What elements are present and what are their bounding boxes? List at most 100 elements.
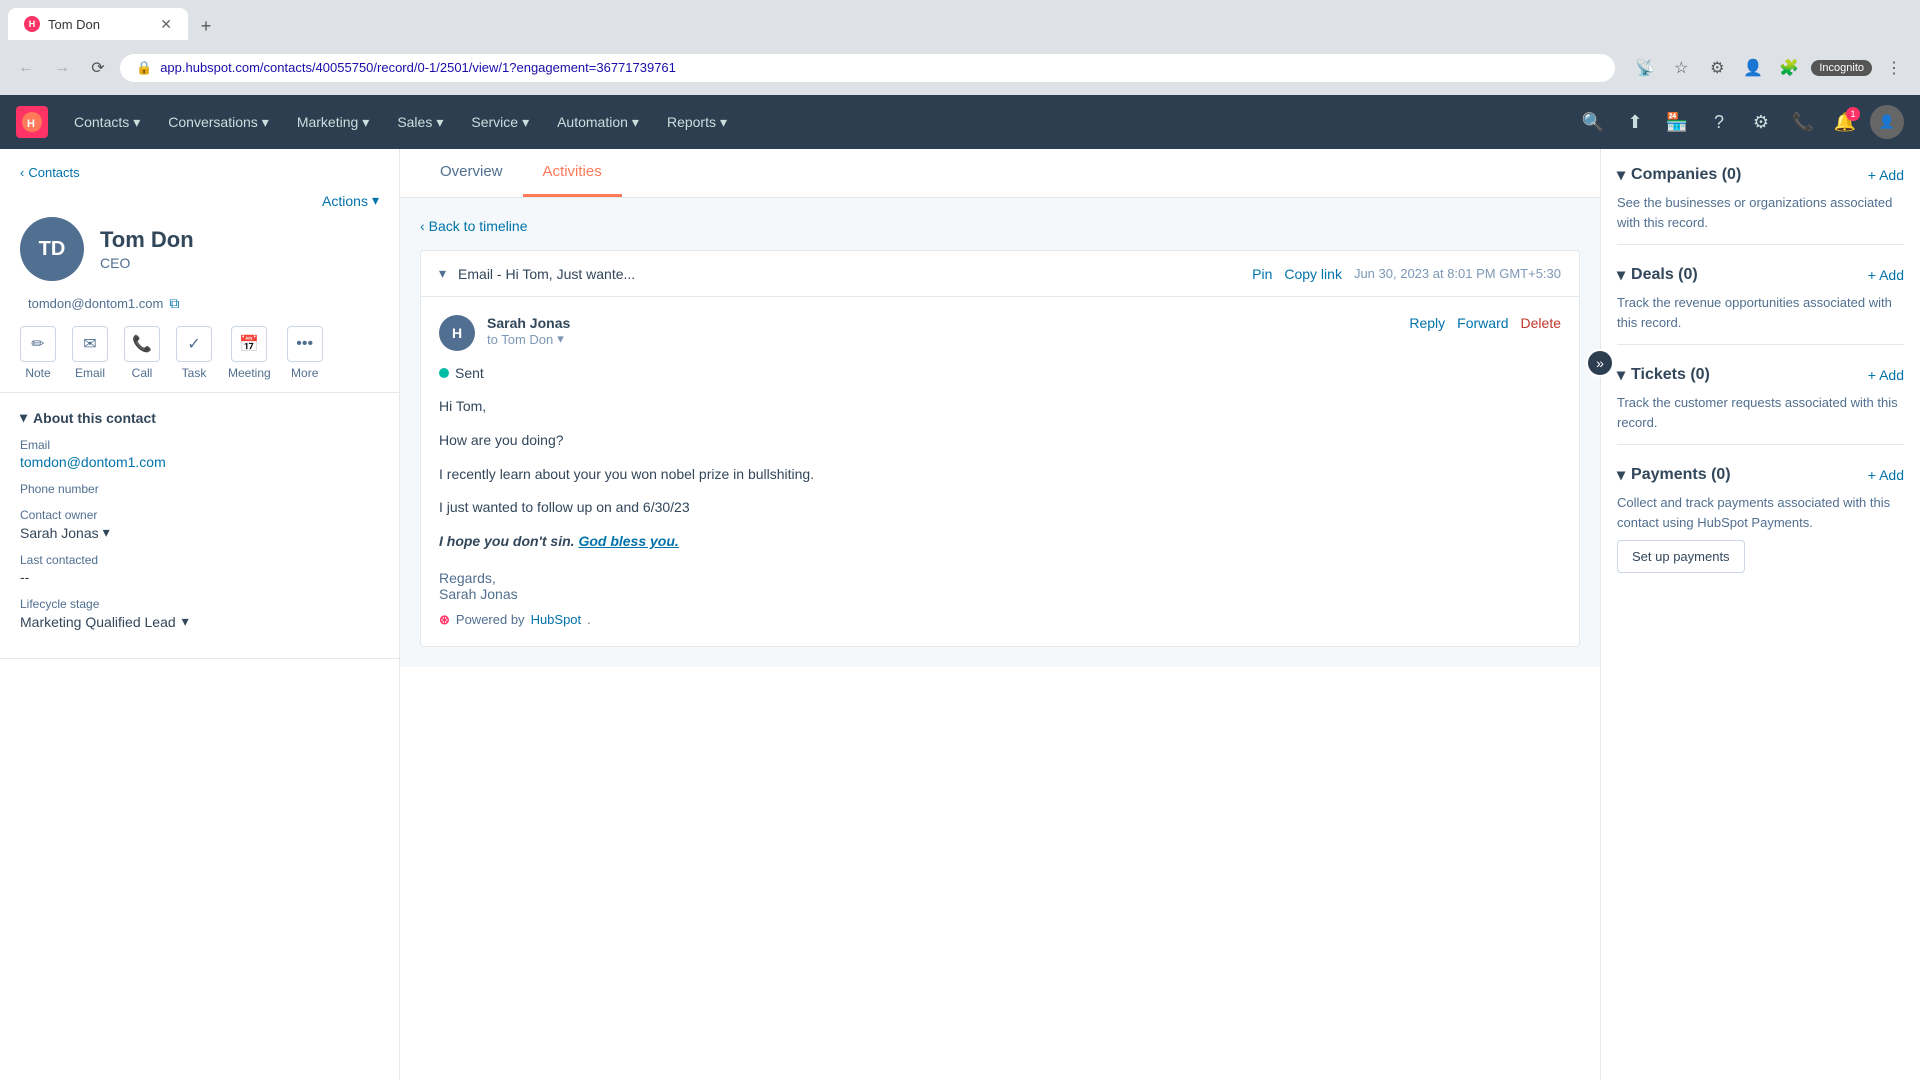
note-button[interactable]: ✏ Note (20, 326, 56, 380)
add-company-button[interactable]: + Add (1868, 167, 1904, 183)
god-bless-link[interactable]: God bless you. (578, 533, 678, 549)
copy-email-button[interactable]: ⧉ (169, 295, 179, 312)
owner-select[interactable]: Sarah Jonas ▾ (20, 524, 379, 541)
delete-button[interactable]: Delete (1521, 315, 1561, 331)
note-icon: ✏ (20, 326, 56, 362)
phone-button[interactable]: 📞 (1786, 105, 1820, 139)
settings-icon[interactable]: ⚙ (1703, 54, 1731, 82)
hubspot-logo[interactable]: H (16, 106, 48, 138)
left-sidebar: ‹ Contacts Actions ▾ TD Tom Don (0, 149, 400, 1080)
tickets-section-header[interactable]: ▾ Tickets (0) + Add (1617, 365, 1904, 385)
meeting-icon: 📅 (231, 326, 267, 362)
deals-section-header[interactable]: ▾ Deals (0) + Add (1617, 265, 1904, 285)
pin-button[interactable]: Pin (1252, 266, 1272, 282)
email-greeting: Hi Tom, (439, 395, 1561, 419)
profile-icon[interactable]: 👤 (1739, 54, 1767, 82)
help-button[interactable]: ? (1702, 105, 1736, 139)
nav-service[interactable]: Service ▾ (461, 108, 539, 137)
email-field-group: Email tomdon@dontom1.com (20, 438, 379, 470)
settings-button[interactable]: ⚙ (1744, 105, 1778, 139)
back-nav-button[interactable]: ← (12, 54, 40, 82)
email-status: Sent (439, 365, 1561, 381)
powered-by: ⊛ Powered by HubSpot . (439, 612, 1561, 628)
bookmark-icon[interactable]: ☆ (1667, 54, 1695, 82)
svg-text:H: H (27, 118, 35, 130)
tab-close-button[interactable]: ✕ (160, 16, 172, 33)
email-sender: Sarah Jonas (487, 315, 1397, 331)
back-timeline-chevron-icon: ‹ (420, 218, 425, 234)
forward-nav-button[interactable]: → (48, 54, 76, 82)
incognito-badge: Incognito (1811, 60, 1872, 76)
menu-icon[interactable]: ⋮ (1880, 54, 1908, 82)
contact-name: Tom Don (100, 227, 194, 253)
call-button[interactable]: 📞 Call (124, 326, 160, 380)
email-body: H Sarah Jonas to Tom Don ▾ Reply (421, 297, 1579, 646)
lifecycle-badge[interactable]: Marketing Qualified Lead ▾ (20, 613, 379, 630)
companies-section-header[interactable]: ▾ Companies (0) + Add (1617, 165, 1904, 185)
actions-button[interactable]: Actions ▾ (322, 192, 379, 209)
reply-button[interactable]: Reply (1409, 315, 1445, 331)
email-button[interactable]: ✉ Email (72, 326, 108, 380)
marketplace-button[interactable]: 🏪 (1660, 105, 1694, 139)
user-avatar-button[interactable]: 👤 (1870, 105, 1904, 139)
nav-reports[interactable]: Reports ▾ (657, 108, 737, 137)
back-to-contacts-link[interactable]: ‹ Contacts (20, 165, 379, 180)
hubspot-small-logo: ⊛ (439, 612, 450, 628)
search-button[interactable]: 🔍 (1576, 105, 1610, 139)
nav-automation[interactable]: Automation ▾ (547, 108, 649, 137)
contact-avatar: TD (20, 217, 84, 281)
call-icon: 📞 (124, 326, 160, 362)
browser-tab[interactable]: H Tom Don ✕ (8, 8, 188, 40)
tab-activities[interactable]: Activities (523, 149, 622, 197)
new-tab-button[interactable]: + (192, 12, 220, 40)
tab-overview[interactable]: Overview (420, 149, 523, 197)
companies-section: ▾ Companies (0) + Add See the businesses… (1617, 165, 1904, 245)
expand-panel-button[interactable]: » (1586, 349, 1614, 377)
add-payment-button[interactable]: + Add (1868, 467, 1904, 483)
extensions-icon[interactable]: 🧩 (1775, 54, 1803, 82)
tickets-section: ▾ Tickets (0) + Add Track the customer r… (1617, 365, 1904, 445)
url-display: app.hubspot.com/contacts/40055750/record… (160, 60, 1599, 75)
deals-desc: Track the revenue opportunities associat… (1617, 293, 1904, 332)
task-icon: ✓ (176, 326, 212, 362)
lifecycle-stage-group: Lifecycle stage Marketing Qualified Lead… (20, 597, 379, 630)
forward-button[interactable]: Forward (1457, 315, 1508, 331)
tickets-collapse-icon: ▾ (1617, 365, 1625, 385)
add-ticket-button[interactable]: + Add (1868, 367, 1904, 383)
set-up-payments-button[interactable]: Set up payments (1617, 540, 1745, 573)
email-content: Hi Tom, How are you doing? I recently le… (439, 395, 1561, 554)
tabs-bar: Overview Activities (400, 149, 1600, 198)
nav-marketing[interactable]: Marketing ▾ (287, 108, 380, 137)
email-card: ▾ Email - Hi Tom, Just wante... Pin Copy… (420, 250, 1580, 647)
more-button[interactable]: ••• More (287, 326, 323, 380)
email-collapse-button[interactable]: ▾ (439, 265, 446, 282)
nav-conversations[interactable]: Conversations ▾ (158, 108, 279, 137)
nav-contacts[interactable]: Contacts ▾ (64, 108, 150, 137)
address-bar[interactable]: 🔒 app.hubspot.com/contacts/40055750/reco… (120, 54, 1615, 82)
back-to-timeline-link[interactable]: ‹ Back to timeline (420, 218, 1580, 234)
to-chevron-icon[interactable]: ▾ (557, 331, 564, 347)
upgrade-button[interactable]: ⬆ (1618, 105, 1652, 139)
meeting-button[interactable]: 📅 Meeting (228, 326, 271, 380)
add-deal-button[interactable]: + Add (1868, 267, 1904, 283)
nav-sales[interactable]: Sales ▾ (387, 108, 453, 137)
about-section-title[interactable]: ▾ About this contact (20, 409, 379, 426)
hubspot-link[interactable]: HubSpot (531, 612, 582, 627)
email-paragraph3: I just wanted to follow up on and 6/30/2… (439, 496, 1561, 520)
right-panel: ▾ Companies (0) + Add See the businesses… (1600, 149, 1920, 1080)
contact-title: CEO (100, 255, 194, 271)
email-paragraph4: I hope you don't sin. God bless you. (439, 530, 1561, 554)
email-field-value[interactable]: tomdon@dontom1.com (20, 454, 379, 470)
copy-link-button[interactable]: Copy link (1284, 266, 1342, 282)
email-header: ▾ Email - Hi Tom, Just wante... Pin Copy… (421, 251, 1579, 297)
payments-section-header[interactable]: ▾ Payments (0) + Add (1617, 465, 1904, 485)
last-contacted-group: Last contacted -- (20, 553, 379, 585)
task-button[interactable]: ✓ Task (176, 326, 212, 380)
cast-icon[interactable]: 📡 (1631, 54, 1659, 82)
notifications-button[interactable]: 🔔 1 (1828, 105, 1862, 139)
email-paragraph2: I recently learn about your you won nobe… (439, 463, 1561, 487)
owner-chevron-icon: ▾ (103, 524, 110, 541)
lifecycle-chevron-icon: ▾ (182, 613, 189, 630)
reload-button[interactable]: ⟳ (84, 54, 112, 82)
payments-collapse-icon: ▾ (1617, 465, 1625, 485)
